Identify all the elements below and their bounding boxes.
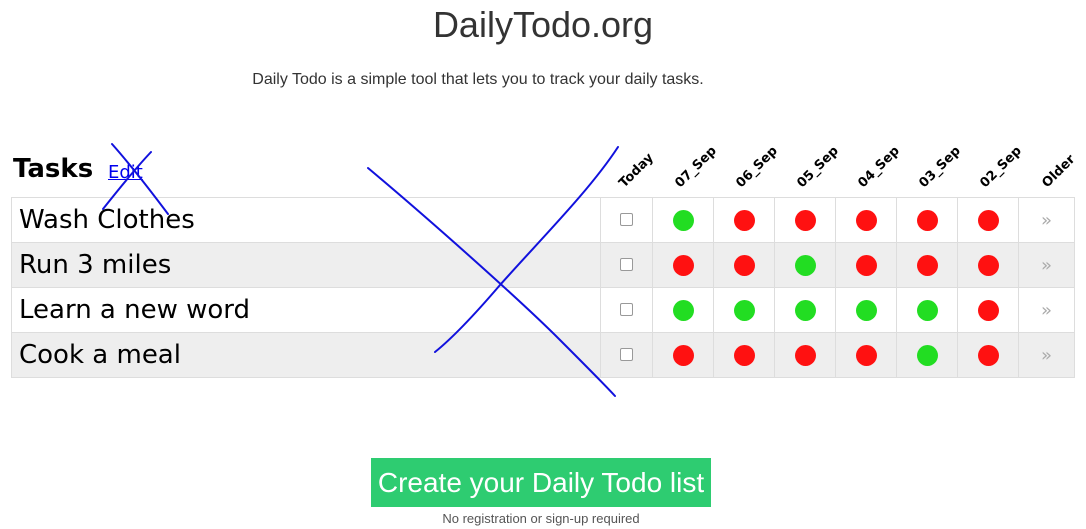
- history-cell: [713, 287, 775, 333]
- more-history-icon[interactable]: »: [1041, 345, 1052, 366]
- history-cell: [957, 242, 1019, 288]
- column-header: Today: [616, 150, 657, 191]
- history-cell: [652, 332, 714, 378]
- task-name: Run 3 miles: [11, 242, 601, 288]
- more-history-icon[interactable]: »: [1041, 210, 1052, 231]
- column-header: 06_Sep: [733, 143, 781, 191]
- missed-status-dot[interactable]: [977, 209, 999, 231]
- missed-status-dot[interactable]: [977, 254, 999, 276]
- column-header: 05_Sep: [794, 143, 842, 191]
- history-cell: [774, 242, 836, 288]
- done-status-dot[interactable]: [733, 299, 755, 321]
- history-cell: [835, 287, 897, 333]
- task-name: Wash Clothes: [11, 197, 601, 243]
- history-cell: [957, 197, 1019, 243]
- tagline: Daily Todo is a simple tool that lets yo…: [252, 71, 704, 88]
- task-row: Learn a new word »: [11, 287, 1075, 333]
- column-header: 02_Sep: [977, 143, 1025, 191]
- task-row: Wash Clothes »: [11, 197, 1075, 243]
- missed-status-dot[interactable]: [977, 299, 999, 321]
- done-status-dot[interactable]: [916, 344, 938, 366]
- missed-status-dot[interactable]: [672, 254, 694, 276]
- today-checkbox[interactable]: [620, 258, 633, 272]
- history-cell: [835, 332, 897, 378]
- history-cell: [835, 197, 897, 243]
- today-checkbox[interactable]: [620, 303, 633, 317]
- missed-status-dot[interactable]: [855, 344, 877, 366]
- missed-status-dot[interactable]: [855, 254, 877, 276]
- missed-status-dot[interactable]: [733, 209, 755, 231]
- done-status-dot[interactable]: [794, 299, 816, 321]
- missed-status-dot[interactable]: [916, 209, 938, 231]
- done-status-dot[interactable]: [672, 209, 694, 231]
- done-status-dot[interactable]: [672, 299, 694, 321]
- done-status-dot[interactable]: [916, 299, 938, 321]
- older-cell: »: [1018, 242, 1075, 288]
- task-table: Wash Clothes» Run 3 miles» Learn a new wor…: [11, 197, 1075, 378]
- more-history-icon[interactable]: »: [1041, 300, 1052, 321]
- history-cell: [713, 242, 775, 288]
- missed-status-dot[interactable]: [672, 344, 694, 366]
- older-cell: »: [1018, 332, 1075, 378]
- older-cell: »: [1018, 197, 1075, 243]
- history-cell: [713, 332, 775, 378]
- missed-status-dot[interactable]: [733, 254, 755, 276]
- edit-link[interactable]: Edit: [108, 162, 143, 183]
- history-cell: [774, 197, 836, 243]
- task-row: Run 3 miles »: [11, 242, 1075, 288]
- missed-status-dot[interactable]: [794, 209, 816, 231]
- history-cell: [957, 287, 1019, 333]
- missed-status-dot[interactable]: [977, 344, 999, 366]
- column-header: 03_Sep: [916, 143, 964, 191]
- history-cell: [774, 287, 836, 333]
- history-cell: [774, 332, 836, 378]
- column-header: 07_Sep: [672, 143, 720, 191]
- missed-status-dot[interactable]: [855, 209, 877, 231]
- history-cell: [652, 287, 714, 333]
- older-cell: »: [1018, 287, 1075, 333]
- missed-status-dot[interactable]: [916, 254, 938, 276]
- column-header: 04_Sep: [855, 143, 903, 191]
- history-cell: [896, 242, 958, 288]
- done-status-dot[interactable]: [855, 299, 877, 321]
- history-cell: [713, 197, 775, 243]
- today-cell: [600, 332, 653, 378]
- history-cell: [652, 197, 714, 243]
- today-cell: [600, 287, 653, 333]
- history-cell: [896, 332, 958, 378]
- today-checkbox[interactable]: [620, 213, 633, 227]
- done-status-dot[interactable]: [794, 254, 816, 276]
- history-cell: [896, 197, 958, 243]
- today-cell: [600, 197, 653, 243]
- task-row: Cook a meal »: [11, 332, 1075, 378]
- create-list-button[interactable]: Create your Daily Todo list: [371, 458, 711, 507]
- no-registration-note: No registration or sign-up required: [442, 511, 640, 526]
- history-cell: [835, 242, 897, 288]
- today-checkbox[interactable]: [620, 348, 633, 362]
- column-header: Older: [1039, 152, 1079, 191]
- task-name: Learn a new word: [11, 287, 601, 333]
- history-cell: [957, 332, 1019, 378]
- today-cell: [600, 242, 653, 288]
- more-history-icon[interactable]: »: [1041, 255, 1052, 276]
- missed-status-dot[interactable]: [733, 344, 755, 366]
- tasks-heading: Tasks: [13, 154, 94, 184]
- task-name: Cook a meal: [11, 332, 601, 378]
- missed-status-dot[interactable]: [794, 344, 816, 366]
- history-cell: [896, 287, 958, 333]
- history-cell: [652, 242, 714, 288]
- site-title: DailyTodo.org: [432, 4, 654, 45]
